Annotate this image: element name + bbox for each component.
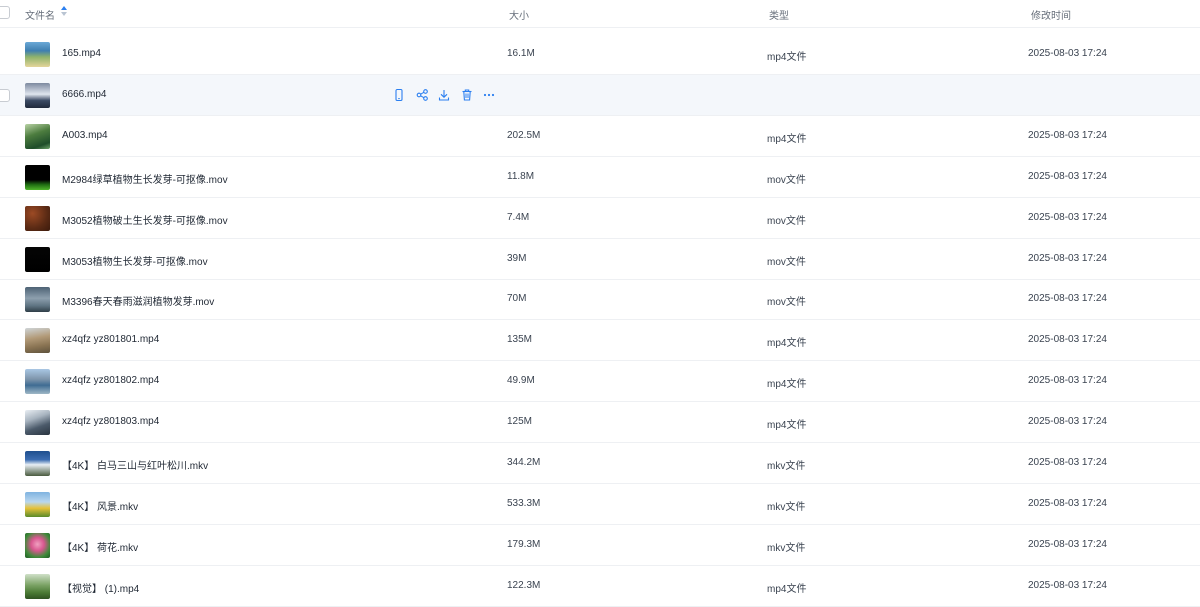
table-row[interactable]: 【4K】 风景.mkv 533.3M mkv文件 2025-08-03 17:24 — [0, 484, 1200, 525]
delete-icon — [460, 88, 474, 102]
column-header-size[interactable]: 大小 — [509, 7, 529, 22]
file-name[interactable]: M3052植物破土生长发芽-可抠像.mov — [62, 212, 228, 227]
file-thumbnail — [25, 42, 50, 67]
table-row[interactable]: M3052植物破土生长发芽-可抠像.mov 7.4M mov文件 2025-08-03… — [0, 198, 1200, 239]
file-size: 39M — [507, 252, 527, 264]
file-modified: 2025-08-03 17:24 — [1028, 129, 1107, 141]
file-modified: 2025-08-03 17:24 — [1028, 457, 1107, 468]
table-row[interactable]: 【4K】 荷花.mkv 179.3M mkv文件 2025-08-03 17:24 — [0, 525, 1200, 566]
file-type: mp4文件 — [767, 583, 807, 595]
file-name[interactable]: xz4qfz yz801801.mp4 — [62, 334, 159, 345]
file-size: 122.3M — [507, 579, 541, 591]
table-row[interactable]: xz4qfz yz801802.mp4 49.9M mp4文件 2025-08-03 … — [0, 361, 1200, 403]
file-modified: 2025-08-03 17:24 — [1028, 538, 1107, 550]
file-size: 344.2M — [507, 457, 541, 468]
share-button[interactable] — [415, 88, 429, 102]
file-table-header: 文件名 大小 类型 修改时间 — [0, 0, 1200, 28]
table-row[interactable]: M3396春天春雨滋润植物发芽.mov 70M mov文件 2025-08-03 17… — [0, 279, 1200, 321]
share-icon — [415, 88, 429, 102]
file-type: mov文件 — [767, 256, 806, 268]
send-to-phone-button[interactable] — [392, 88, 406, 102]
table-row[interactable]: 165.mp4 16.1M mp4文件 2025-08-03 17:24 — [0, 34, 1200, 75]
file-type: mov文件 — [767, 297, 806, 309]
select-all-checkbox[interactable] — [0, 6, 10, 19]
file-modified: 2025-08-03 17:24 — [1028, 252, 1107, 264]
file-type: mov文件 — [767, 174, 806, 186]
file-size: 70M — [507, 293, 527, 305]
file-size: 179.3M — [507, 538, 541, 550]
table-row[interactable]: xz4qfz yz801803.mp4 125M mp4文件 2025-08-03 1… — [0, 402, 1200, 444]
file-thumbnail — [25, 573, 50, 599]
column-header-type[interactable]: 类型 — [769, 7, 789, 22]
file-thumbnail — [25, 410, 50, 436]
file-size: 125M — [507, 416, 533, 428]
column-header-name[interactable]: 文件名 — [25, 7, 55, 22]
file-size: 49.9M — [507, 375, 535, 387]
file-thumbnail — [25, 369, 50, 395]
file-name[interactable]: A003.mp4 — [62, 130, 108, 141]
table-row[interactable]: xz4qfz yz801801.mp4 135M mp4文件 2025-08-03 1… — [0, 320, 1200, 362]
row-checkbox[interactable] — [0, 88, 10, 102]
file-modified: 2025-08-03 17:24 — [1028, 497, 1107, 509]
file-modified: 2025-08-03 17:24 — [1028, 334, 1107, 346]
download-button[interactable] — [437, 88, 451, 102]
file-name[interactable]: 【4K】 白马三山与红叶松川.mkv — [62, 457, 208, 472]
file-type: mp4文件 — [767, 133, 807, 145]
file-type: mkv文件 — [767, 542, 806, 554]
more-icon — [482, 88, 496, 102]
file-size: 7.4M — [507, 211, 530, 223]
file-name[interactable]: xz4qfz yz801802.mp4 — [62, 375, 159, 386]
file-name[interactable]: 【4K】 风景.mkv — [62, 498, 138, 513]
file-size: 202.5M — [507, 129, 541, 141]
table-row[interactable]: M2984绿草植物生长发芽-可抠像.mov 11.8M mov文件 2025-08-0… — [0, 157, 1200, 198]
file-name[interactable]: M3396春天春雨滋润植物发芽.mov — [62, 293, 214, 308]
sort-icon[interactable] — [61, 6, 68, 18]
file-thumbnail — [25, 164, 50, 190]
file-name[interactable]: M2984绿草植物生长发芽-可抠像.mov — [62, 171, 228, 186]
table-row[interactable]: M3053植物生长发芽-可抠像.mov 39M mov文件 2025-08-03 17… — [0, 239, 1200, 280]
file-type: mp4文件 — [767, 338, 807, 350]
file-thumbnail — [25, 246, 50, 272]
file-type: mov文件 — [767, 215, 806, 227]
file-modified: 2025-08-03 17:24 — [1028, 48, 1107, 59]
file-thumbnail — [25, 328, 50, 354]
file-size: 533.3M — [507, 497, 541, 509]
file-name[interactable]: xz4qfz yz801803.mp4 — [62, 416, 159, 427]
file-size: 11.8M — [507, 170, 535, 182]
file-modified: 2025-08-03 17:24 — [1028, 579, 1107, 591]
file-thumbnail — [25, 451, 50, 476]
file-type: mkv文件 — [767, 461, 806, 472]
column-header-modified[interactable]: 修改时间 — [1031, 7, 1071, 22]
file-modified: 2025-08-03 17:24 — [1028, 416, 1107, 428]
table-row[interactable]: A003.mp4 202.5M mp4文件 2025-08-03 17:24 — [0, 116, 1200, 157]
file-type: mp4文件 — [767, 379, 807, 391]
file-modified: 2025-08-03 17:24 — [1028, 170, 1107, 182]
file-name[interactable]: 【4K】 荷花.mkv — [62, 539, 138, 554]
file-thumbnail — [25, 205, 50, 231]
file-modified: 2025-08-03 17:24 — [1028, 211, 1107, 223]
file-modified: 2025-08-03 17:24 — [1028, 375, 1107, 387]
file-type: mp4文件 — [767, 52, 807, 63]
delete-button[interactable] — [460, 88, 474, 102]
file-modified: 2025-08-03 17:24 — [1028, 293, 1107, 305]
file-name[interactable]: 165.mp4 — [62, 48, 101, 59]
file-thumbnail — [25, 491, 50, 517]
file-name[interactable]: 【视觉】 (1).mp4 — [62, 580, 139, 595]
file-size: 135M — [507, 334, 533, 346]
file-name[interactable]: 6666.mp4 — [62, 89, 106, 100]
file-name[interactable]: M3053植物生长发芽-可抠像.mov — [62, 253, 208, 268]
file-thumbnail — [25, 82, 50, 108]
file-size: 16.1M — [507, 48, 535, 59]
table-row[interactable]: 【视觉】 (1).mp4 122.3M mp4文件 2025-08-03 17:24 — [0, 566, 1200, 607]
file-type: mp4文件 — [767, 420, 807, 432]
file-thumbnail — [25, 532, 50, 558]
table-row[interactable]: 6666.mp4 — [0, 74, 1200, 116]
more-button[interactable] — [482, 88, 496, 102]
phone-icon — [392, 88, 406, 102]
table-row[interactable]: 【4K】 白马三山与红叶松川.mkv 344.2M mkv文件 2025-08-03 … — [0, 443, 1200, 484]
file-thumbnail — [25, 123, 50, 149]
file-thumbnail — [25, 287, 50, 313]
download-icon — [437, 88, 451, 102]
file-type: mkv文件 — [767, 501, 806, 513]
